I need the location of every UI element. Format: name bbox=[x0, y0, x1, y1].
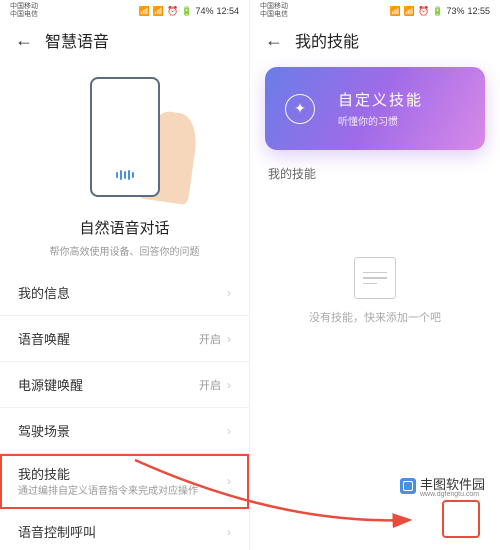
chevron-right-icon: › bbox=[227, 424, 231, 438]
hero-illustration bbox=[0, 62, 249, 212]
status-bar: 中国移动 中国电信 📶 📶 ⏰ 🔋 73% 12:55 bbox=[250, 0, 500, 18]
add-button-highlight[interactable] bbox=[444, 502, 478, 536]
phone-illustration bbox=[90, 77, 160, 197]
watermark-logo-icon bbox=[400, 478, 416, 494]
list-label: 电源键唤醒 bbox=[18, 375, 83, 394]
page-title: 我的技能 bbox=[295, 28, 359, 52]
chevron-right-icon: › bbox=[227, 332, 231, 346]
hero-text: 自然语音对话 帮你高效使用设备、回答你的问题 bbox=[0, 212, 249, 270]
custom-skill-card[interactable]: ✦ 自定义技能 听懂你的习惯 bbox=[265, 67, 485, 150]
header: ← 智慧语音 bbox=[0, 18, 249, 62]
list-label: 我的信息 bbox=[18, 283, 70, 302]
watermark: 丰图软件园 www.dgfengtu.com bbox=[395, 472, 490, 500]
battery-icon: 🔋 bbox=[432, 6, 443, 17]
watermark-url: www.dgfengtu.com bbox=[420, 491, 485, 498]
list-item-voice-wake[interactable]: 语音唤醒 开启 › bbox=[0, 316, 249, 362]
hero-title: 自然语音对话 bbox=[20, 217, 229, 238]
status-right: 📶 📶 ⏰ 🔋 73% 12:55 bbox=[390, 6, 490, 17]
page-title: 智慧语音 bbox=[45, 28, 109, 52]
status-right: 📶 📶 ⏰ 🔋 74% 12:54 bbox=[139, 6, 239, 17]
empty-text: 没有技能，快来添加一个吧 bbox=[309, 309, 441, 325]
list-item-my-info[interactable]: 我的信息 › bbox=[0, 270, 249, 316]
back-icon[interactable]: ← bbox=[265, 30, 283, 51]
alarm-icon: ⏰ bbox=[418, 6, 429, 17]
card-title: 自定义技能 bbox=[338, 89, 467, 110]
list-item-my-skills[interactable]: 我的技能 通过编排自定义语音指令来完成对应操作 › bbox=[0, 454, 249, 509]
clock: 12:55 bbox=[467, 6, 490, 16]
chevron-right-icon: › bbox=[227, 474, 231, 488]
carrier-label: 中国移动 中国电信 bbox=[10, 3, 38, 19]
signal-icon: 📶 bbox=[139, 6, 150, 17]
list-value: 开启 bbox=[199, 331, 221, 347]
signal-icon: 📶 bbox=[404, 6, 415, 17]
list-label: 驾驶场景 bbox=[18, 421, 70, 440]
chevron-right-icon: › bbox=[227, 378, 231, 392]
hero-subtitle: 帮你高效使用设备、回答你的问题 bbox=[20, 243, 229, 258]
document-icon bbox=[354, 257, 396, 299]
battery-percent: 74% bbox=[195, 6, 213, 16]
signal-icon: 📶 bbox=[390, 6, 401, 17]
list-label: 我的技能 bbox=[18, 464, 227, 483]
list-item-driving[interactable]: 驾驶场景 › bbox=[0, 408, 249, 454]
status-bar: 中国移动 中国电信 📶 📶 ⏰ 🔋 74% 12:54 bbox=[0, 0, 249, 18]
list-item-voice-call[interactable]: 语音控制呼叫 › bbox=[0, 509, 249, 550]
carrier-label: 中国移动 中国电信 bbox=[260, 3, 288, 19]
battery-percent: 73% bbox=[446, 6, 464, 16]
back-icon[interactable]: ← bbox=[15, 30, 33, 51]
card-subtitle: 听懂你的习惯 bbox=[338, 113, 467, 128]
magic-wand-icon: ✦ bbox=[285, 94, 315, 124]
signal-icon: 📶 bbox=[153, 6, 164, 17]
battery-icon: 🔋 bbox=[181, 6, 192, 17]
empty-state: 没有技能，快来添加一个吧 bbox=[250, 257, 500, 325]
chevron-right-icon: › bbox=[227, 286, 231, 300]
list-value: 开启 bbox=[199, 377, 221, 393]
list-item-power-wake[interactable]: 电源键唤醒 开启 › bbox=[0, 362, 249, 408]
right-screenshot: 中国移动 中国电信 📶 📶 ⏰ 🔋 73% 12:55 ← 我的技能 ✦ 自定义… bbox=[250, 0, 500, 550]
section-label: 我的技能 bbox=[250, 160, 500, 187]
header: ← 我的技能 bbox=[250, 18, 500, 62]
chevron-right-icon: › bbox=[227, 525, 231, 539]
alarm-icon: ⏰ bbox=[167, 6, 178, 17]
list-label: 语音控制呼叫 bbox=[18, 522, 96, 541]
list-label: 语音唤醒 bbox=[18, 329, 70, 348]
voice-wave-icon bbox=[116, 170, 134, 180]
list-subtitle: 通过编排自定义语音指令来完成对应操作 bbox=[18, 485, 227, 498]
left-screenshot: 中国移动 中国电信 📶 📶 ⏰ 🔋 74% 12:54 ← 智慧语音 自然语音对… bbox=[0, 0, 250, 550]
clock: 12:54 bbox=[216, 6, 239, 16]
